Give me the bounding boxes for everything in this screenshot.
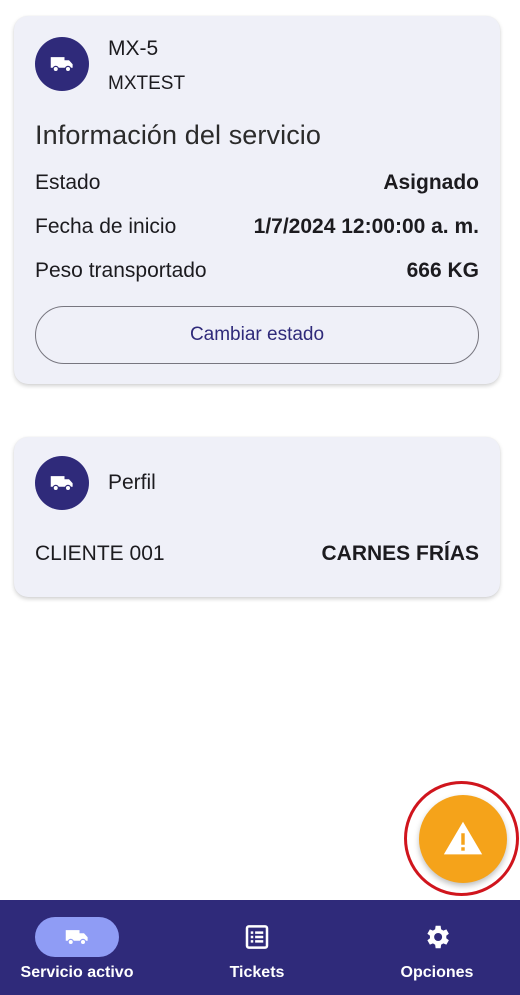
gear-icon xyxy=(427,925,449,949)
nav-label-opciones: Opciones xyxy=(400,964,474,981)
truck-icon xyxy=(35,37,89,91)
client-name: CLIENTE 001 xyxy=(35,542,165,565)
service-card: MX-5 MXTEST Información del servicio Est… xyxy=(14,16,500,384)
nav-icon-wrap xyxy=(395,917,479,957)
list-icon xyxy=(245,925,269,949)
status-label: Estado xyxy=(35,171,101,194)
change-status-button[interactable]: Cambiar estado xyxy=(35,306,479,364)
nav-item-tickets[interactable]: Tickets xyxy=(197,900,317,995)
truck-icon xyxy=(35,456,89,510)
weight-value: 666 KG xyxy=(406,259,479,282)
nav-label-servicio-activo: Servicio activo xyxy=(20,964,134,981)
nav-item-servicio-activo[interactable]: Servicio activo xyxy=(9,900,145,995)
weight-row: Peso transportado 666 KG xyxy=(35,256,479,286)
section-title: Información del servicio xyxy=(35,120,322,150)
profile-card: Perfil CLIENTE 001 CARNES FRÍAS xyxy=(14,437,500,597)
weight-label: Peso transportado xyxy=(35,259,207,282)
truck-icon xyxy=(65,930,88,946)
status-row: Estado Asignado xyxy=(35,168,479,198)
vehicle-subtitle: MXTEST xyxy=(108,73,186,94)
nav-active-indicator xyxy=(35,917,119,957)
nav-item-opciones[interactable]: Opciones xyxy=(377,900,497,995)
status-value: Asignado xyxy=(383,171,479,194)
alert-fab-button[interactable] xyxy=(419,795,507,883)
warning-icon xyxy=(443,821,483,855)
start-date-row: Fecha de inicio 1/7/2024 12:00:00 a. m. xyxy=(35,212,479,242)
page: MX-5 MXTEST Información del servicio Est… xyxy=(0,0,520,995)
profile-row: CLIENTE 001 CARNES FRÍAS xyxy=(35,539,479,569)
product-type: CARNES FRÍAS xyxy=(321,542,479,565)
nav-icon-wrap xyxy=(215,917,299,957)
nav-label-tickets: Tickets xyxy=(229,964,285,981)
start-date-label: Fecha de inicio xyxy=(35,215,177,238)
profile-title: Perfil xyxy=(108,471,156,494)
start-date-value: 1/7/2024 12:00:00 a. m. xyxy=(253,215,479,238)
vehicle-title: MX-5 xyxy=(108,37,159,60)
bottom-nav: Servicio activo Tickets Opciones xyxy=(0,900,520,995)
